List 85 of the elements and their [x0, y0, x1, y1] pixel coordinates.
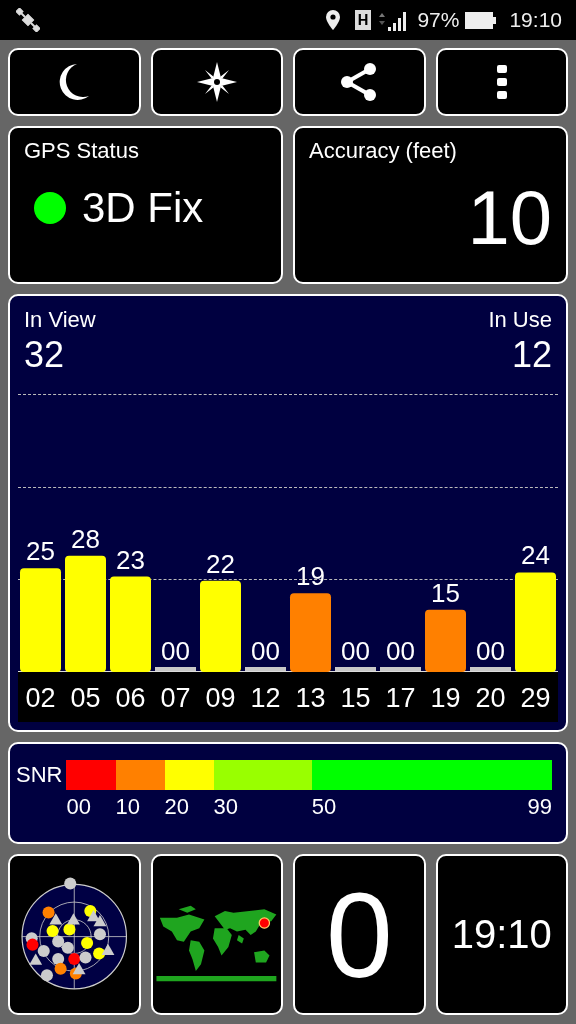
satellite-dot — [68, 952, 81, 965]
scale-label: 00 — [66, 794, 91, 820]
satellite-dot — [52, 952, 65, 965]
satellite-dot — [46, 924, 59, 937]
large-number: 0 — [325, 874, 393, 995]
satellite-id: 20 — [475, 683, 506, 713]
no-signal-marker — [245, 667, 286, 671]
share-button[interactable] — [293, 48, 426, 116]
satellite-dot — [79, 950, 92, 963]
satellite-dot — [26, 938, 39, 951]
satellite-id: 02 — [25, 683, 56, 713]
card-title: GPS Status — [24, 138, 140, 164]
signal-value: 00 — [161, 636, 190, 666]
satellite-id: 06 — [115, 683, 146, 713]
satellite-id: 12 — [250, 683, 281, 713]
satellite-dot — [61, 941, 74, 954]
scale-label: 10 — [115, 794, 140, 820]
satellite-dot — [64, 877, 77, 890]
snr-label: SNR — [16, 761, 63, 789]
clock-tile[interactable]: 19:10 — [435, 854, 568, 1015]
satellite-triangle — [93, 914, 107, 926]
compass-icon — [196, 62, 237, 102]
signal-bar — [425, 609, 466, 672]
no-signal-marker — [380, 667, 421, 671]
number-tile[interactable]: 0 — [293, 854, 426, 1015]
no-signal-marker — [335, 667, 376, 671]
signal-value: 23 — [116, 544, 145, 575]
more-button[interactable] — [435, 48, 568, 116]
scale-label: 99 — [527, 794, 552, 820]
satellite-triangle — [101, 943, 115, 955]
scale-label: 50 — [311, 794, 337, 820]
signal-value: 22 — [206, 548, 235, 579]
sky-plot-tile[interactable] — [8, 854, 141, 1015]
satellite-triangle — [67, 912, 80, 925]
in-use-label: In Use — [488, 306, 552, 334]
fix-status: 3D Fix — [82, 184, 204, 232]
satellite-triangle — [87, 909, 100, 921]
satellite-id: 13 — [295, 683, 326, 713]
accuracy-value: 10 — [467, 180, 552, 256]
battery-icon — [465, 10, 498, 30]
signal-value: 19 — [296, 561, 325, 592]
satellite-id: 07 — [160, 683, 191, 713]
satellite-dot — [81, 936, 94, 949]
night-mode-button[interactable] — [8, 48, 141, 116]
satellite-dot — [40, 968, 53, 981]
no-signal-marker — [470, 667, 511, 671]
satellite-dot — [42, 906, 55, 919]
more-icon — [496, 65, 507, 99]
card-title: Accuracy (feet) — [309, 138, 458, 164]
satellite-id: 17 — [385, 683, 416, 713]
satellite-id: 29 — [520, 683, 551, 713]
satellite-icon — [16, 8, 40, 32]
location-icon — [324, 9, 341, 31]
satellite-triangle — [49, 912, 63, 925]
signal-value: 28 — [71, 523, 100, 554]
clock-time: 19:10 — [509, 8, 562, 32]
satellite-id: 05 — [70, 683, 101, 713]
in-view-label: In View — [24, 306, 96, 334]
world-map-tile[interactable] — [150, 854, 283, 1015]
compass-button[interactable] — [150, 48, 283, 116]
in-use-count: 12 — [511, 334, 552, 376]
satellite-dot — [93, 927, 106, 940]
signal-value: 25 — [26, 536, 55, 567]
scale-label: 20 — [164, 794, 189, 820]
no-signal-marker — [155, 667, 196, 671]
network-type-badge: H — [354, 10, 372, 30]
satellite-dot — [93, 946, 106, 959]
battery-percentage: 97% — [417, 8, 460, 32]
signal-value: 15 — [431, 577, 460, 608]
satellite-dot — [37, 944, 50, 957]
in-view-count: 32 — [24, 334, 65, 376]
signal-value: 00 — [476, 636, 505, 666]
signal-value: 00 — [386, 636, 415, 666]
signal-value: 00 — [251, 636, 280, 666]
scale-label: 30 — [213, 794, 239, 820]
satellite-id: 19 — [430, 683, 461, 713]
signal-value: 00 — [341, 636, 370, 666]
satellite-dot — [52, 934, 65, 947]
satellite-id: 15 — [340, 683, 371, 713]
satellite-id: 09 — [205, 683, 236, 713]
satellite-triangle — [29, 952, 43, 965]
satellite-dot — [54, 962, 67, 975]
signal-value: 24 — [521, 540, 550, 571]
satellite-triangle — [72, 962, 86, 974]
clock-time: 19:10 — [451, 912, 552, 957]
